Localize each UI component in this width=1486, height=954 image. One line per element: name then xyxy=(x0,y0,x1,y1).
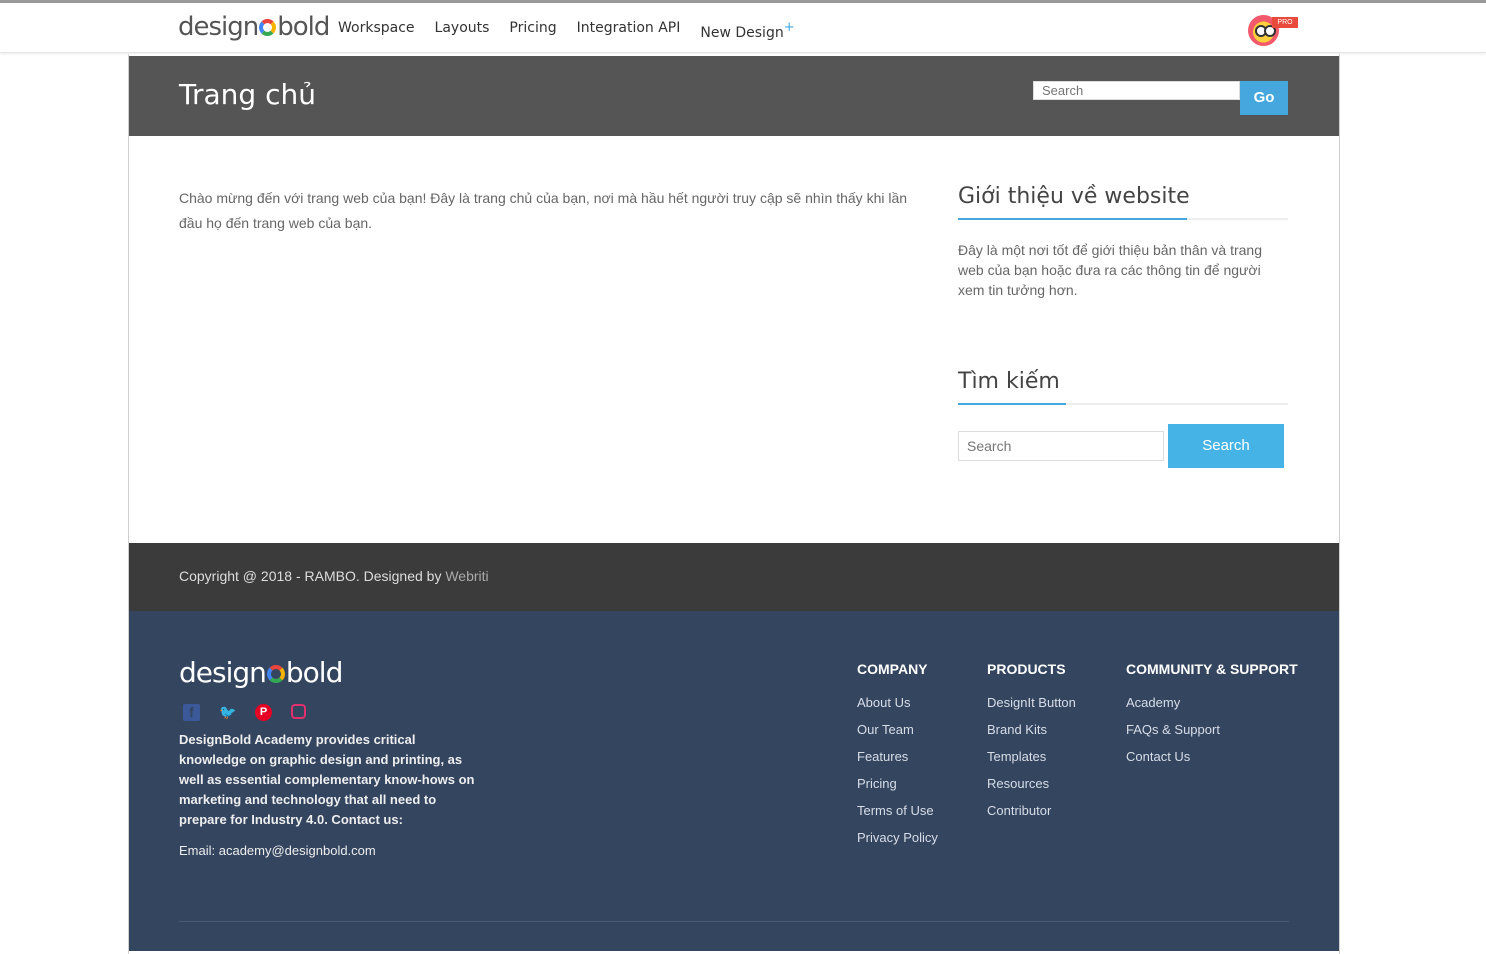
top-navbar: design bold Workspace Layouts Pricing Int… xyxy=(0,3,1486,53)
footer-link-brand-kits[interactable]: Brand Kits xyxy=(987,722,1076,749)
footer-link-contact-us[interactable]: Contact Us xyxy=(1126,749,1298,776)
logo-o-icon xyxy=(259,19,277,36)
facebook-icon[interactable]: f xyxy=(183,704,200,721)
title-underline xyxy=(958,403,1066,405)
page-banner: Trang chủ Go xyxy=(129,56,1339,136)
search-widget: Tìm kiếm Search xyxy=(958,369,1288,468)
footer-company-heading: COMPANY xyxy=(857,661,928,677)
search-widget-title-text: Tìm kiếm xyxy=(958,369,1060,394)
footer-link-privacy[interactable]: Privacy Policy xyxy=(857,830,938,857)
nav-new-design[interactable]: New Design+ xyxy=(700,20,794,41)
footer-link-resources[interactable]: Resources xyxy=(987,776,1076,803)
logo-text-part: bold xyxy=(285,656,343,689)
nav-new-design-label: New Design xyxy=(700,25,784,41)
plus-icon: + xyxy=(783,20,795,35)
nav-pricing[interactable]: Pricing xyxy=(509,20,556,41)
footer-link-terms[interactable]: Terms of Use xyxy=(857,803,938,830)
footer-link-templates[interactable]: Templates xyxy=(987,749,1076,776)
page-container: Trang chủ Go Chào mừng đến với trang web… xyxy=(128,54,1340,954)
footer-link-faqs[interactable]: FAQs & Support xyxy=(1126,722,1298,749)
twitter-icon[interactable]: 🐦 xyxy=(219,704,236,721)
designbold-logo[interactable]: design bold xyxy=(178,12,330,42)
intro-text: Chào mừng đến với trang web của bạn! Đây… xyxy=(179,190,908,231)
nav-integration-api[interactable]: Integration API xyxy=(577,20,681,41)
footer-about: DesignBold Academy provides critical kno… xyxy=(179,732,475,827)
search-widget-title: Tìm kiếm xyxy=(958,369,1288,405)
copyright-text: Copyright @ 2018 - RAMBO. Designed by We… xyxy=(179,568,489,584)
sidebar-search-button[interactable]: Search xyxy=(1168,424,1284,468)
site-footer: design bold f 🐦 P DesignBold Academy prov… xyxy=(129,611,1339,951)
logo-text-part: bold xyxy=(277,12,330,42)
main-nav: Workspace Layouts Pricing Integration AP… xyxy=(338,20,795,41)
footer-community-column: COMMUNITY & SUPPORT Academy FAQs & Suppo… xyxy=(1126,661,1298,776)
nav-layouts[interactable]: Layouts xyxy=(435,20,490,41)
copyright-label: Copyright @ 2018 - RAMBO. Designed by xyxy=(179,568,446,584)
title-underline xyxy=(958,218,1187,220)
banner-search-input[interactable] xyxy=(1033,81,1240,100)
about-widget: Giới thiệu về website Đây là một nơi tốt… xyxy=(958,184,1288,300)
webriti-link[interactable]: Webriti xyxy=(445,568,488,584)
footer-logo[interactable]: design bold xyxy=(179,656,343,689)
instagram-icon[interactable] xyxy=(291,704,306,719)
footer-link-contributor[interactable]: Contributor xyxy=(987,803,1076,830)
pinterest-icon[interactable]: P xyxy=(255,704,272,721)
about-widget-title: Giới thiệu về website xyxy=(958,184,1288,220)
footer-link-designit-button[interactable]: DesignIt Button xyxy=(987,695,1076,722)
footer-link-about-us[interactable]: About Us xyxy=(857,695,938,722)
social-links: f 🐦 P xyxy=(183,704,306,721)
footer-email: Email: academy@designbold.com xyxy=(179,843,376,858)
footer-link-academy[interactable]: Academy xyxy=(1126,695,1298,722)
logo-text-part: design xyxy=(179,656,267,689)
footer-company-column: COMPANY About Us Our Team Features Prici… xyxy=(857,661,938,857)
footer-link-our-team[interactable]: Our Team xyxy=(857,722,938,749)
pro-badge: PRO xyxy=(1272,17,1298,28)
footer-products-heading: PRODUCTS xyxy=(987,661,1066,677)
footer-community-heading: COMMUNITY & SUPPORT xyxy=(1126,661,1298,677)
sidebar-search-input[interactable] xyxy=(958,431,1164,461)
footer-divider xyxy=(179,921,1289,922)
copyright-bar: Copyright @ 2018 - RAMBO. Designed by We… xyxy=(129,543,1339,611)
footer-products-column: PRODUCTS DesignIt Button Brand Kits Temp… xyxy=(987,661,1076,830)
about-widget-title-text: Giới thiệu về website xyxy=(958,184,1190,209)
sidebar: Giới thiệu về website Đây là một nơi tốt… xyxy=(958,184,1288,468)
footer-link-pricing[interactable]: Pricing xyxy=(857,776,938,803)
banner-go-button[interactable]: Go xyxy=(1240,81,1288,115)
page-title: Trang chủ xyxy=(179,78,316,111)
footer-link-features[interactable]: Features xyxy=(857,749,938,776)
logo-o-icon xyxy=(266,665,285,683)
logo-text-part: design xyxy=(178,12,259,42)
about-widget-text: Đây là một nơi tốt để giới thiệu bản thâ… xyxy=(958,242,1262,298)
nav-workspace[interactable]: Workspace xyxy=(338,20,415,41)
